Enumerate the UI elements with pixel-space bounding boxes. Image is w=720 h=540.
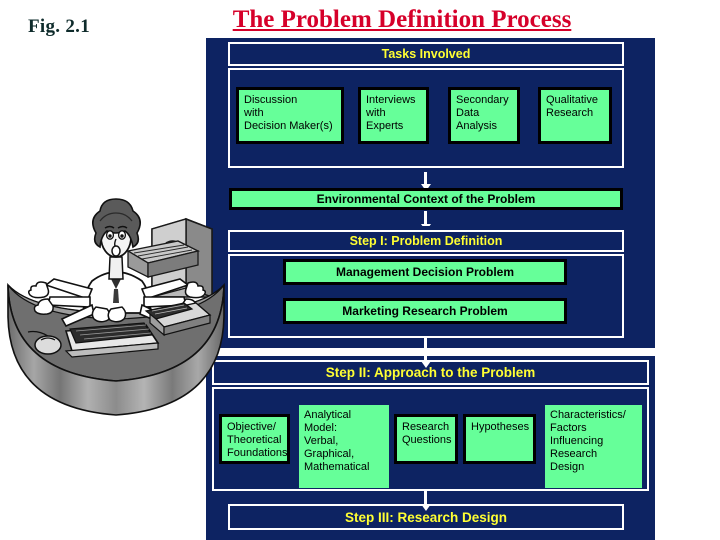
page-title: The Problem Definition Process xyxy=(232,6,572,33)
figure-label: Fig. 2.1 xyxy=(28,16,91,37)
step2-heading-label: Step II: Approach to the Problem xyxy=(325,365,536,380)
step3-heading-label: Step III: Research Design xyxy=(344,510,508,525)
step1-box-marketing-research-problem-label: Marketing Research Problem xyxy=(342,303,508,318)
tasks-heading-label: Tasks Involved xyxy=(381,47,471,61)
step2-box-characteristics-factors[interactable]: Characteristics/ Factors Influencing Res… xyxy=(545,405,642,488)
arrow-step1-to-step2-overlay xyxy=(420,338,431,368)
step1-box-management-decision-problem[interactable]: Management Decision Problem xyxy=(283,259,567,285)
step2-box-hypotheses-label: Hypotheses xyxy=(471,421,530,433)
environmental-context-label: Environmental Context of the Problem xyxy=(316,191,536,206)
step2-box-characteristics-factors-label: Characteristics/ Factors Influencing Res… xyxy=(550,409,626,473)
task-box-interviews-label: Interviews with Experts xyxy=(366,94,416,132)
arrow-step2-to-step3 xyxy=(420,491,431,511)
task-box-qualitative-research[interactable]: Qualitative Research xyxy=(538,87,612,144)
step2-box-objective-theoretical-foundations-label: Objective/ Theoretical Foundations xyxy=(227,421,288,459)
step1-box-marketing-research-problem[interactable]: Marketing Research Problem xyxy=(283,298,567,324)
arrow-tasks-to-environment-overlay xyxy=(420,172,431,191)
task-box-secondary-data-label: Secondary Data Analysis xyxy=(456,94,509,132)
task-box-interviews[interactable]: Interviews with Experts xyxy=(358,87,429,144)
step2-box-hypotheses[interactable]: Hypotheses xyxy=(463,414,536,464)
step2-box-analytical-model-label: Analytical Model: Verbal, Graphical, Mat… xyxy=(304,409,370,473)
environmental-context-box[interactable]: Environmental Context of the Problem xyxy=(229,188,623,210)
step1-heading-label: Step I: Problem Definition xyxy=(349,234,503,248)
busy-person-at-desk-illustration xyxy=(0,185,232,425)
step1-box-management-decision-problem-label: Management Decision Problem xyxy=(335,264,515,279)
task-box-secondary-data[interactable]: Secondary Data Analysis xyxy=(448,87,520,144)
step2-box-research-questions[interactable]: Research Questions xyxy=(394,414,458,464)
arrow-environment-to-step1 xyxy=(420,211,431,231)
task-box-discussion[interactable]: Discussion with Decision Maker(s) xyxy=(236,87,344,144)
task-box-discussion-label: Discussion with Decision Maker(s) xyxy=(244,94,333,132)
step2-box-research-questions-label: Research Questions xyxy=(402,421,452,446)
step2-box-analytical-model[interactable]: Analytical Model: Verbal, Graphical, Mat… xyxy=(299,405,389,488)
task-box-qualitative-research-label: Qualitative Research xyxy=(546,94,598,119)
